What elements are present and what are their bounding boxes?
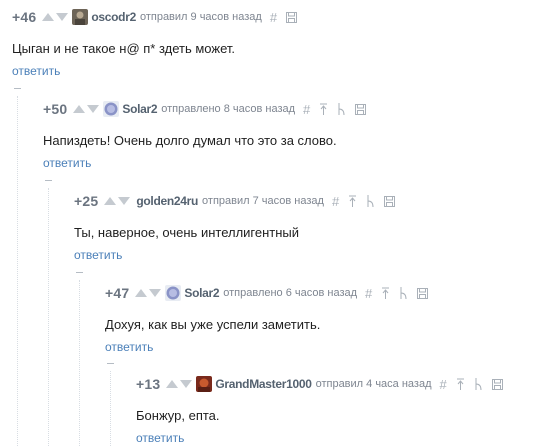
comment-timestamp[interactable]: отправлено 8 часов назад xyxy=(161,103,295,115)
comment-author[interactable]: Solar2 xyxy=(122,102,157,116)
go-to-parent-icon[interactable] xyxy=(456,378,465,390)
reply-link[interactable]: ответить xyxy=(43,156,91,170)
comment-rating: +47 xyxy=(105,285,130,301)
comment-author[interactable]: golden24ru xyxy=(136,194,198,208)
go-to-parent-icon[interactable] xyxy=(319,103,328,115)
collapse-minus-icon[interactable] xyxy=(75,268,84,277)
comment-author[interactable]: oscodr2 xyxy=(91,10,136,24)
avatar[interactable] xyxy=(196,376,213,392)
comment-text: Бонжур, епта. xyxy=(136,408,220,423)
thread-line[interactable] xyxy=(110,371,111,446)
save-icon[interactable] xyxy=(384,195,396,207)
comment-author[interactable]: GrandMaster1000 xyxy=(215,377,312,391)
hash-link-icon[interactable]: # xyxy=(332,194,339,209)
arrow-up-icon[interactable] xyxy=(135,289,148,297)
reply-link[interactable]: ответить xyxy=(12,64,60,78)
comment-text: Дохуя, как вы уже успели заметить. xyxy=(105,317,321,332)
comment-tools: # xyxy=(270,10,298,25)
arrow-up-icon[interactable] xyxy=(166,380,179,388)
vote-controls xyxy=(166,380,193,388)
collapse-minus-icon[interactable] xyxy=(13,84,22,93)
arrow-up-icon[interactable] xyxy=(73,105,86,113)
arrow-down-icon[interactable] xyxy=(118,197,131,205)
branch-icon[interactable] xyxy=(474,378,483,390)
save-icon[interactable] xyxy=(417,287,429,299)
reply-link[interactable]: ответить xyxy=(74,248,122,262)
go-to-parent-icon[interactable] xyxy=(348,195,357,207)
thread-line[interactable] xyxy=(48,188,49,446)
branch-icon[interactable] xyxy=(366,195,375,207)
branch-icon[interactable] xyxy=(337,103,346,115)
avatar[interactable] xyxy=(103,101,120,117)
save-icon[interactable] xyxy=(491,378,503,390)
branch-icon[interactable] xyxy=(399,287,408,299)
comment-rating: +46 xyxy=(12,9,37,25)
reply-link[interactable]: ответить xyxy=(136,431,184,445)
comment-timestamp[interactable]: отправил 9 часов назад xyxy=(140,11,262,23)
vote-controls xyxy=(104,197,131,205)
save-icon[interactable] xyxy=(355,103,367,115)
arrow-up-icon[interactable] xyxy=(104,197,117,205)
comment-header: +50 Solar2 отправлено 8 часов назад # xyxy=(43,100,367,118)
comment-rating: +13 xyxy=(136,376,161,392)
arrow-up-icon[interactable] xyxy=(42,13,55,21)
hash-link-icon[interactable]: # xyxy=(440,377,447,392)
thread-line[interactable] xyxy=(17,96,18,446)
comment-header: +47 Solar2 отправлено 6 часов назад # xyxy=(105,284,429,302)
comment-tools: # xyxy=(332,194,396,209)
arrow-down-icon[interactable] xyxy=(180,380,193,388)
vote-controls xyxy=(135,289,162,297)
arrow-down-icon[interactable] xyxy=(149,289,162,297)
comment-rating: +25 xyxy=(74,193,99,209)
comment-timestamp[interactable]: отправил 4 часа назад xyxy=(316,378,432,390)
collapse-minus-icon[interactable] xyxy=(44,176,53,185)
comment-header: +25 golden24ru отправил 7 часов назад # xyxy=(74,192,396,210)
comment-header: +46 oscodr2 отправил 9 часов назад # xyxy=(12,8,298,26)
comment-timestamp[interactable]: отправил 7 часов назад xyxy=(202,195,324,207)
comment-tools: # xyxy=(440,377,503,392)
reply-link[interactable]: ответить xyxy=(105,340,153,354)
avatar[interactable] xyxy=(165,285,182,301)
hash-link-icon[interactable]: # xyxy=(303,102,310,117)
comment-text: Ты, наверное, очень интеллигентный xyxy=(74,225,300,240)
arrow-down-icon[interactable] xyxy=(56,13,69,21)
comment-text: Напиздеть! Очень долго думал что это за … xyxy=(43,133,337,148)
comment-rating: +50 xyxy=(43,101,68,117)
vote-controls xyxy=(73,105,100,113)
comment-header: +13 GrandMaster1000 отправил 4 часа наза… xyxy=(136,375,503,393)
vote-controls xyxy=(42,13,69,21)
avatar[interactable] xyxy=(72,9,89,25)
save-icon[interactable] xyxy=(286,11,298,23)
arrow-down-icon[interactable] xyxy=(87,105,100,113)
go-to-parent-icon[interactable] xyxy=(381,287,390,299)
comment-text: Цыган и не такое н@ п* здеть может. xyxy=(12,41,236,56)
hash-link-icon[interactable]: # xyxy=(365,286,372,301)
thread-line[interactable] xyxy=(79,280,80,446)
comment-author[interactable]: Solar2 xyxy=(184,286,219,300)
collapse-minus-icon[interactable] xyxy=(106,359,115,368)
comment-timestamp[interactable]: отправлено 6 часов назад xyxy=(223,287,357,299)
hash-link-icon[interactable]: # xyxy=(270,10,277,25)
comment-tools: # xyxy=(303,102,367,117)
comment-tools: # xyxy=(365,286,429,301)
